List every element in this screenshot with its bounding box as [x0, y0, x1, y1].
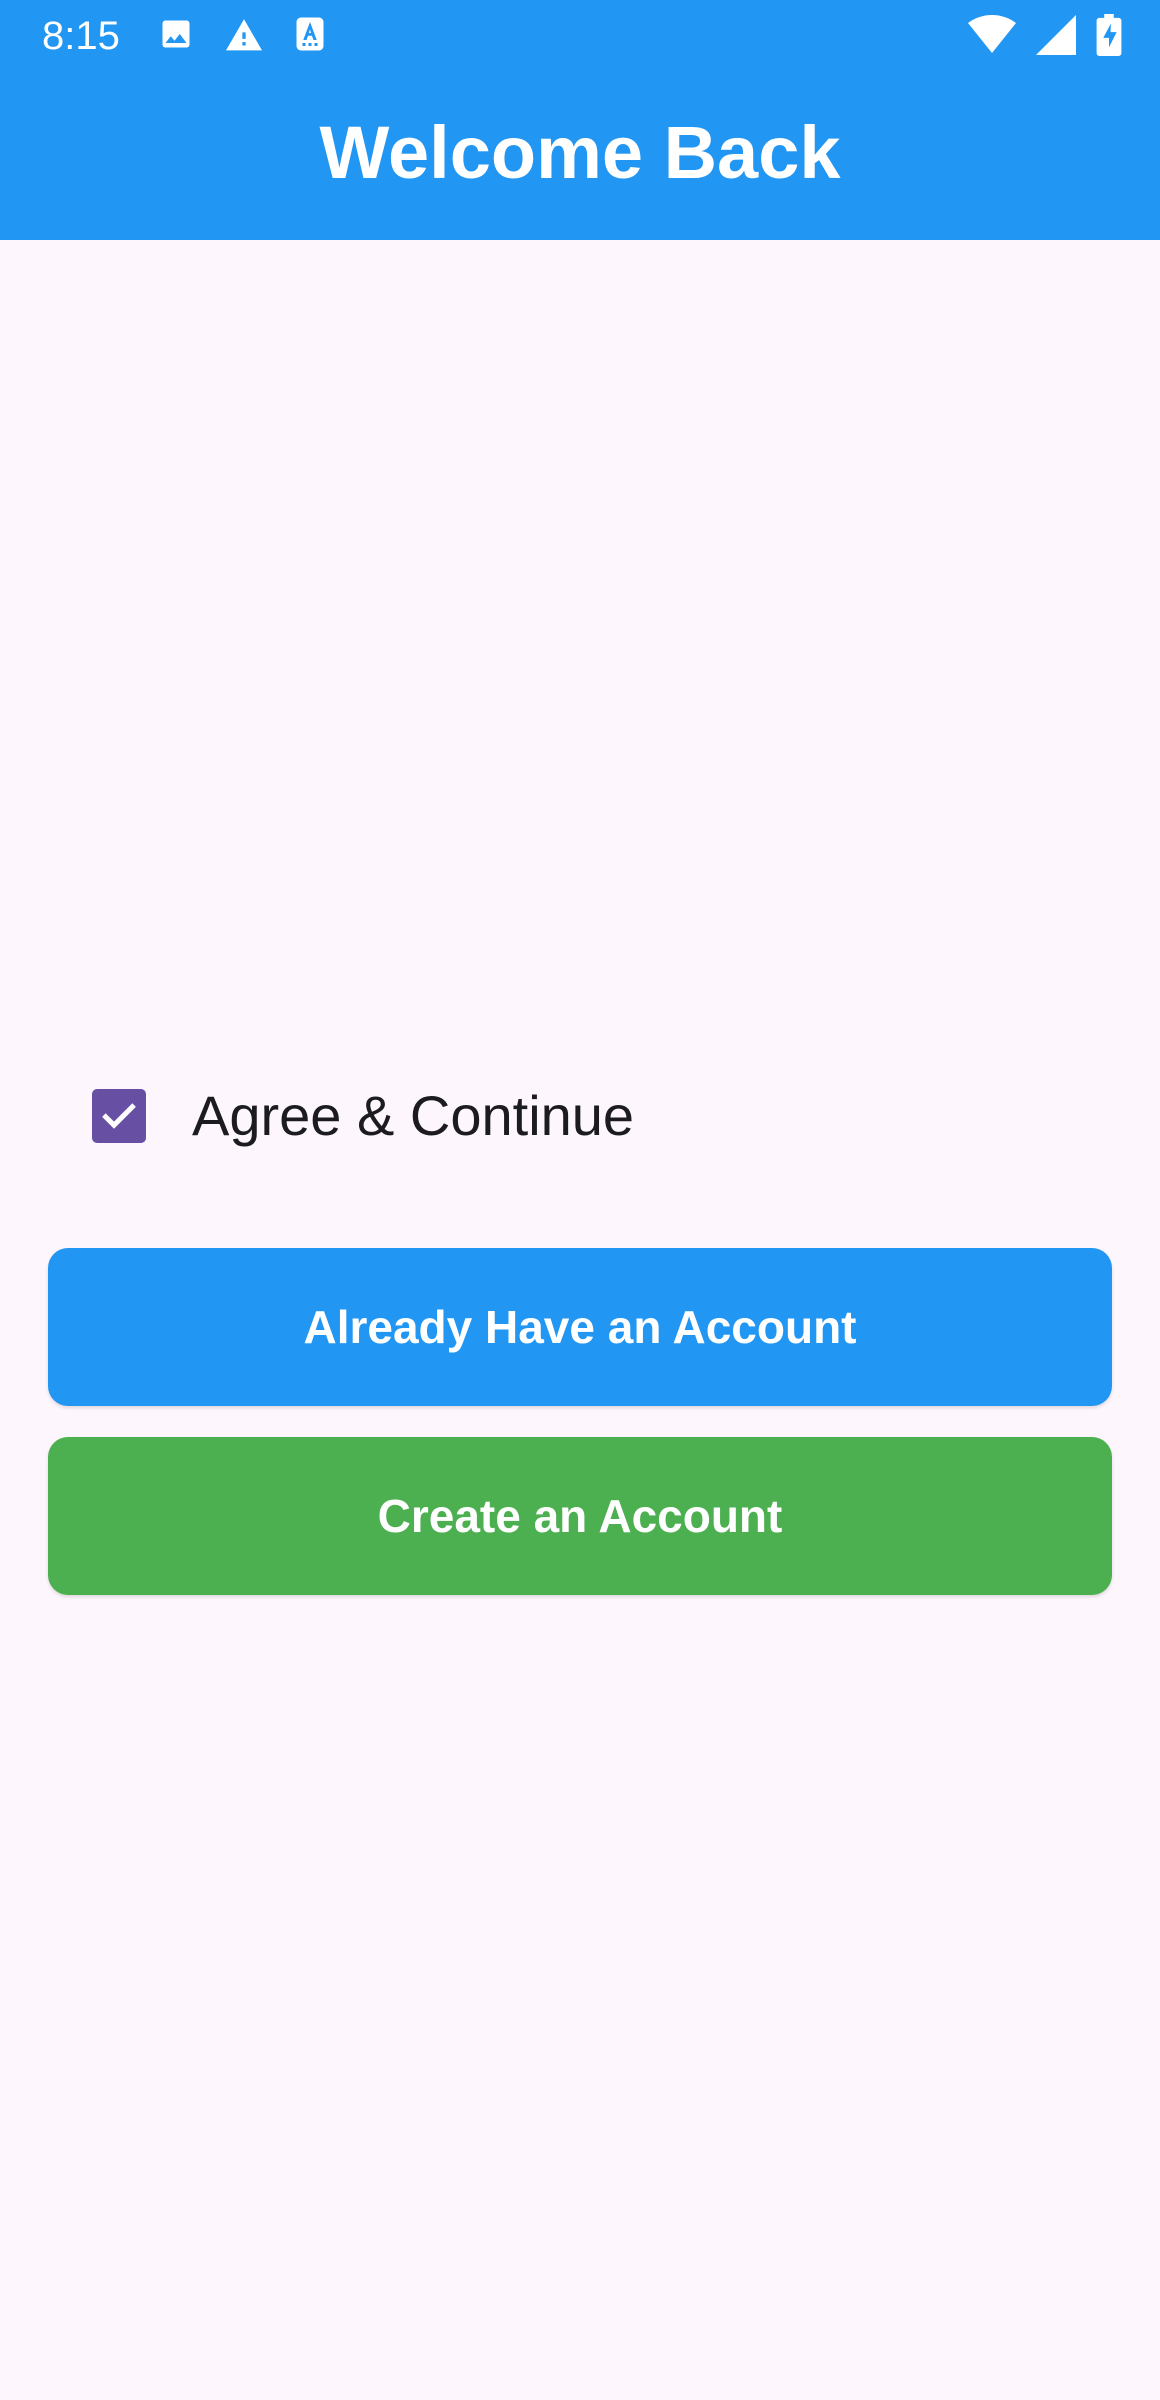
- agree-checkbox[interactable]: [92, 1089, 146, 1143]
- agree-label: Agree & Continue: [192, 1084, 635, 1147]
- wifi-icon: [968, 15, 1016, 55]
- cellular-signal-icon: [1036, 15, 1076, 55]
- status-bar: 8:15: [0, 0, 1160, 72]
- already-have-account-label: Already Have an Account: [303, 1301, 857, 1353]
- create-account-label: Create an Account: [377, 1490, 783, 1542]
- battery-charging-icon: [1096, 14, 1122, 56]
- status-notification-icons: [158, 16, 326, 52]
- warning-icon: [224, 16, 264, 52]
- already-have-account-button[interactable]: Already Have an Account: [48, 1248, 1112, 1406]
- checkmark-icon: [102, 1103, 136, 1129]
- status-system-icons: [968, 14, 1122, 56]
- image-icon: [158, 16, 194, 52]
- app-bar: 8:15 Welcome Back: [0, 0, 1160, 240]
- status-time: 8:15: [42, 14, 120, 58]
- page-title: Welcome Back: [319, 111, 841, 194]
- agree-row: Agree & Continue: [92, 1084, 634, 1147]
- text-a-icon: [294, 16, 326, 52]
- create-account-button[interactable]: Create an Account: [48, 1437, 1112, 1595]
